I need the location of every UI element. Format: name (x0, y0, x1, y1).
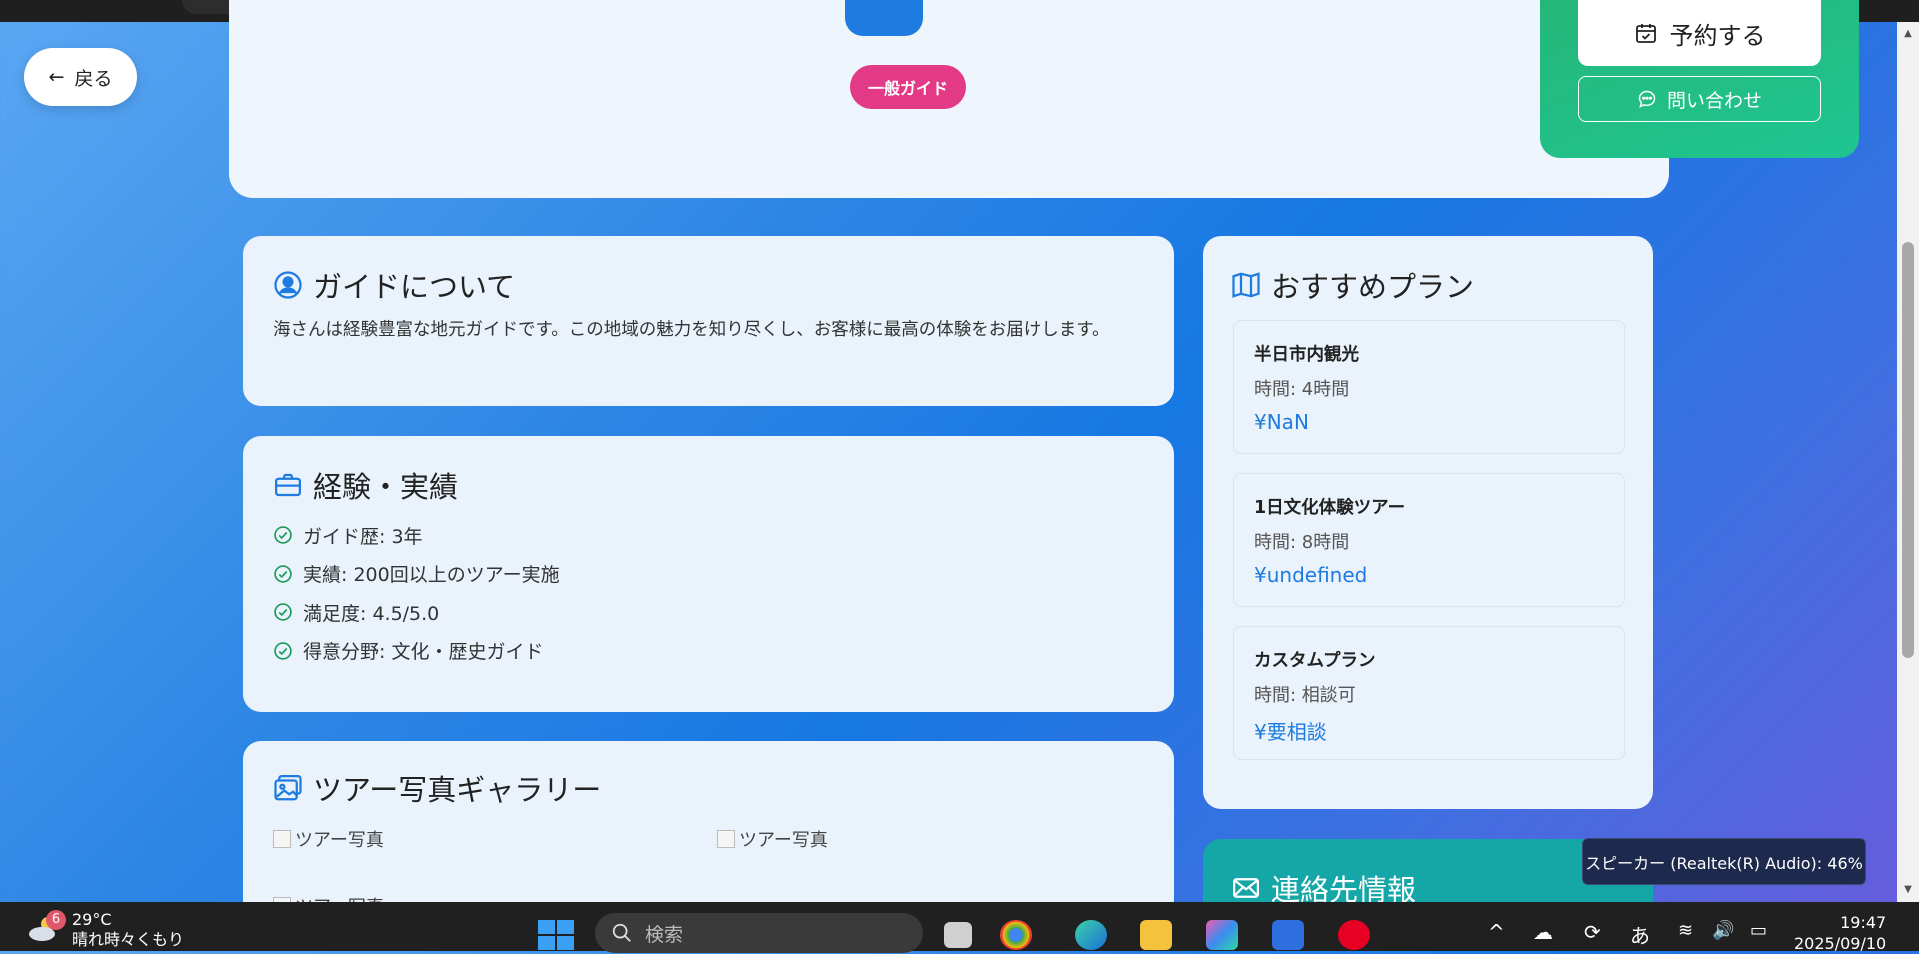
chevron-up-icon[interactable]: ^ (1488, 920, 1505, 944)
plan-name: 半日市内観光 (1254, 345, 1359, 365)
check-circle-icon (274, 642, 292, 660)
gallery-title-row: ツアー写真ギャラリー (273, 767, 601, 809)
broken-image-icon (717, 830, 735, 848)
chrome-icon[interactable] (1000, 920, 1032, 950)
wifi-icon[interactable]: ≋ (1678, 920, 1693, 941)
check-circle-icon (274, 526, 292, 544)
envelope-icon (1233, 878, 1259, 898)
sync-icon[interactable]: ⟳ (1584, 920, 1601, 944)
search-icon (612, 923, 631, 942)
ime-indicator[interactable]: あ (1630, 920, 1650, 949)
map-icon (1232, 272, 1260, 298)
cloud-icon[interactable]: ☁ (1533, 920, 1553, 944)
scroll-up-arrow[interactable]: ▲ (1902, 28, 1914, 40)
book-label: 予約する (1669, 21, 1766, 50)
pinterest-icon[interactable] (1338, 920, 1370, 950)
plan-time: 時間: 4時間 (1254, 379, 1350, 400)
check-circle-icon (274, 565, 292, 583)
inquiry-button[interactable]: 問い合わせ (1578, 76, 1821, 122)
chat-dots-icon (1638, 90, 1656, 108)
weather-desc: 晴れ時々くもり (72, 930, 185, 949)
gallery-image[interactable]: ツアー写真 (717, 826, 828, 852)
experience-item-text: ガイド歴: 3年 (303, 525, 423, 548)
calendar-check-icon (1635, 24, 1656, 43)
plans-title-row: おすすめプラン (1231, 264, 1474, 306)
back-label: 戻る (74, 67, 113, 90)
check-circle-icon (274, 603, 292, 621)
edge-icon[interactable] (1075, 920, 1107, 950)
plan-name: カスタムプラン (1254, 651, 1376, 671)
briefcase-icon (275, 473, 301, 497)
cloud-sun-icon: 6 (26, 910, 66, 944)
scroll-down-arrow[interactable]: ▼ (1902, 884, 1914, 896)
plan-time: 時間: 相談可 (1254, 685, 1356, 706)
list-item: 得意分野: 文化・歴史ガイド (273, 632, 560, 671)
about-text: 海さんは経験豊富な地元ガイドです。この地域の魅力を知り尽くし、お客様に最高の体験… (273, 320, 1110, 340)
clock-time: 19:47 (1840, 913, 1887, 932)
volume-tooltip: スピーカー (Realtek(R) Audio): 46% (1582, 838, 1866, 885)
experience-card: 経験・実績 ガイド歴: 3年 実績: 200回以上のツアー実施 満足度: 4.5… (243, 436, 1174, 712)
todo-check-icon[interactable] (1272, 920, 1304, 950)
area-tag (845, 0, 923, 36)
broken-image-icon (273, 830, 291, 848)
plan-name: 1日文化体験ツアー (1254, 498, 1406, 518)
list-item: 実績: 200回以上のツアー実施 (273, 555, 560, 594)
battery-icon[interactable]: ▭ (1750, 920, 1767, 941)
experience-title: 経験・実績 (313, 470, 459, 504)
list-item: 満足度: 4.5/5.0 (273, 593, 560, 632)
plan-price: ¥undefined (1254, 563, 1368, 587)
back-button[interactable]: ← 戻る (24, 48, 137, 106)
arrow-left-icon: ← (48, 66, 65, 88)
page-scrollbar[interactable]: ▲ ▼ (1897, 22, 1919, 902)
image-alt-text: ツアー写真 (295, 830, 384, 851)
plan-price: ¥NaN (1254, 410, 1309, 434)
m365-icon[interactable] (1206, 920, 1238, 950)
gallery-card: ツアー写真ギャラリー ツアー写真 ツアー写真 ツアー写真 (243, 741, 1174, 902)
experience-item-text: 得意分野: 文化・歴史ガイド (303, 641, 544, 664)
list-item: ガイド歴: 3年 (273, 516, 560, 555)
images-icon (274, 775, 302, 801)
image-alt-text: ツアー写真 (739, 830, 828, 851)
weather-alert-badge: 6 (46, 910, 66, 930)
gallery-title: ツアー写真ギャラリー (313, 773, 602, 807)
guide-type-badge: 一般ガイド (850, 65, 966, 109)
about-title-row: ガイドについて (273, 264, 515, 306)
gallery-image[interactable]: ツアー写真 (273, 893, 384, 902)
system-clock[interactable]: 19:47 2025/09/10 (1794, 912, 1886, 954)
about-title: ガイドについて (313, 270, 516, 304)
image-alt-text: ツアー写真 (295, 893, 384, 902)
task-view-icon[interactable] (944, 922, 972, 948)
weather-widget[interactable]: 6 29°C 晴れ時々くもり (26, 910, 184, 950)
plans-card: おすすめプラン 半日市内観光 時間: 4時間 ¥NaN 1日文化体験ツアー 時間… (1203, 236, 1653, 809)
plan-price: ¥要相談 (1254, 720, 1327, 744)
guide-profile-card: 一般ガイド 予約する 問い合わせ (229, 0, 1859, 198)
experience-item-text: 満足度: 4.5/5.0 (303, 602, 440, 625)
plan-time: 時間: 8時間 (1254, 532, 1350, 553)
plan-item[interactable]: 半日市内観光 時間: 4時間 ¥NaN (1233, 320, 1625, 454)
weather-text: 29°C 晴れ時々くもり (72, 910, 184, 950)
windows-start-icon[interactable] (538, 920, 574, 950)
about-card: ガイドについて 海さんは経験豊富な地元ガイドです。この地域の魅力を知り尽くし、お… (243, 236, 1174, 406)
plans-title: おすすめプラン (1271, 270, 1475, 304)
book-button[interactable]: 予約する (1578, 0, 1821, 66)
plan-item[interactable]: カスタムプラン 時間: 相談可 ¥要相談 (1233, 626, 1625, 760)
experience-item-text: 実績: 200回以上のツアー実施 (303, 564, 560, 587)
person-circle-icon (274, 271, 302, 299)
temperature: 29°C (72, 910, 112, 929)
scroll-thumb[interactable] (1902, 242, 1914, 658)
gallery-image[interactable]: ツアー写真 (273, 826, 384, 852)
plan-item[interactable]: 1日文化体験ツアー 時間: 8時間 ¥undefined (1233, 473, 1625, 607)
speaker-icon[interactable]: 🔊 (1712, 920, 1734, 941)
folder-icon[interactable] (1140, 920, 1172, 950)
experience-title-row: 経験・実績 (273, 464, 458, 506)
booking-panel: 予約する 問い合わせ (1540, 0, 1859, 158)
experience-list: ガイド歴: 3年 実績: 200回以上のツアー実施 満足度: 4.5/5.0 得… (273, 516, 560, 670)
search-placeholder: 検索 (645, 923, 684, 946)
taskbar-search[interactable]: 検索 (595, 913, 923, 953)
inquiry-label: 問い合わせ (1666, 89, 1762, 112)
